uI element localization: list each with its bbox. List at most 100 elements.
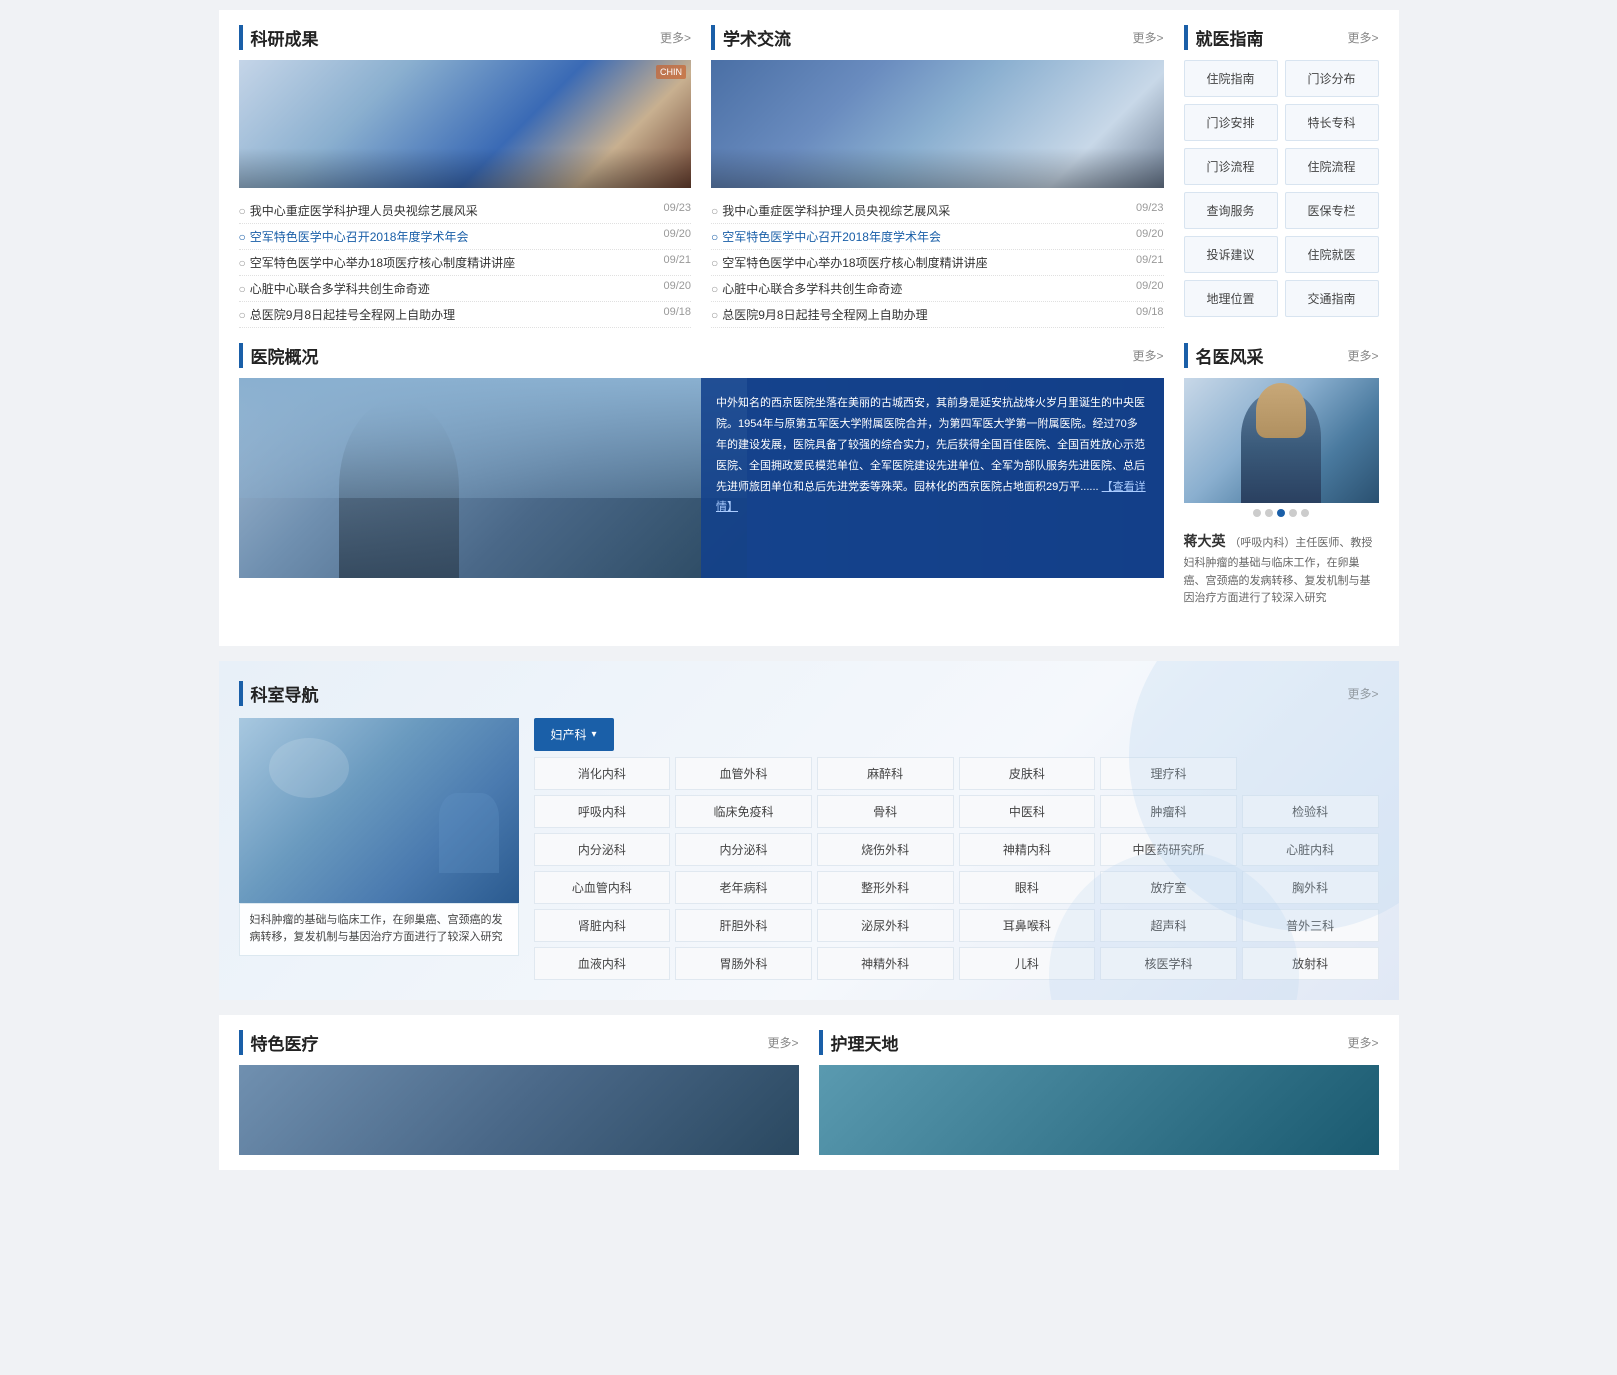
research-news-4[interactable]: ○总医院9月8日起挂号全程网上自助办理 [239,306,456,323]
famous-doctor-more[interactable]: 更多> [1347,347,1378,364]
dept-tab-active[interactable]: 妇产科 ▾ [534,718,614,751]
guide-more[interactable]: 更多> [1347,29,1378,46]
guide-section: 就医指南 更多> 住院指南 门诊分布 门诊安排 特长专科 门诊流程 住院流程 查… [1184,25,1379,328]
dept-cell[interactable]: 临床免疫科 [675,795,812,828]
dept-cell[interactable]: 肿瘤科 [1100,795,1237,828]
guide-btn-4[interactable]: 门诊流程 [1184,148,1278,185]
dot-4[interactable] [1289,509,1297,517]
research-news-0[interactable]: ○我中心重症医学科护理人员央视综艺展风采 [239,202,478,219]
academic-news-3[interactable]: ○心脏中心联合多学科共创生命奇迹 [711,280,902,297]
research-news-2[interactable]: ○空军特色医学中心举办18项医疗核心制度精讲讲座 [239,254,516,271]
nursing-title: 护理天地 [831,1030,899,1055]
dept-image-container: 妇科肿瘤的基础与临床工作，在卵巢癌、宫颈癌的发病转移，复发机制与基因治疗方面进行… [239,718,519,980]
academic-news-1[interactable]: ○空军特色医学中心召开2018年度学术年会 [711,228,941,245]
dept-cell[interactable]: 血液内科 [534,947,671,980]
dept-cell[interactable]: 整形外科 [817,871,954,904]
overview-banner: 中外知名的西京医院坐落在美丽的古城西安，其前身是延安抗战烽火岁月里诞生的中央医院… [239,378,1164,578]
guide-btn-1[interactable]: 门诊分布 [1285,60,1379,97]
overview-title: 医院概况 [251,343,319,368]
dept-cell[interactable]: 骨科 [817,795,954,828]
dept-cell[interactable]: 心脏内科 [1242,833,1379,866]
dept-nav-more[interactable]: 更多> [1347,685,1378,702]
doctor-name: 蒋大英 （呼吸内科）主任医师、教授 [1184,531,1379,551]
dept-cell[interactable]: 核医学科 [1100,947,1237,980]
guide-btn-8[interactable]: 投诉建议 [1184,236,1278,273]
dept-cell[interactable]: 肾脏内科 [534,909,671,942]
dept-cell[interactable]: 内分泌科 [675,833,812,866]
dept-cell[interactable]: 中医药研究所 [1100,833,1237,866]
dept-cell[interactable]: 肝胆外科 [675,909,812,942]
research-section: 科研成果 更多> CHIN ○我中心重症医学科护理人员央视综艺展风采 09/23… [239,25,692,328]
guide-btn-2[interactable]: 门诊安排 [1184,104,1278,141]
dept-cell[interactable]: 耳鼻喉科 [959,909,1096,942]
dept-cell[interactable]: 中医科 [959,795,1096,828]
dept-tab-row: 妇产科 ▾ [534,718,1379,751]
dept-cell[interactable]: 泌尿外科 [817,909,954,942]
overview-text: 中外知名的西京医院坐落在美丽的古城西安，其前身是延安抗战烽火岁月里诞生的中央医院… [716,397,1145,493]
overview-more[interactable]: 更多> [1132,347,1163,364]
guide-grid: 住院指南 门诊分布 门诊安排 特长专科 门诊流程 住院流程 查询服务 医保专栏 … [1184,60,1379,317]
dept-cell[interactable]: 放疗室 [1100,871,1237,904]
academic-news-4[interactable]: ○总医院9月8日起挂号全程网上自助办理 [711,306,928,323]
dept-grid-row-0: 消化内科 血管外科 麻醉科 皮肤科 理疗科 [534,757,1379,790]
dept-cell[interactable]: 胸外科 [1242,871,1379,904]
dept-cell[interactable]: 儿科 [959,947,1096,980]
nursing-image [819,1065,1379,1155]
dept-cell[interactable]: 神精内科 [959,833,1096,866]
academic-image [711,60,1164,188]
dept-cell[interactable]: 血管外科 [675,757,812,790]
doctor-desc: 妇科肿瘤的基础与临床工作，在卵巢癌、宫颈癌的发病转移、复发机制与基因治疗方面进行… [1184,555,1379,608]
academic-news-list: ○我中心重症医学科护理人员央视综艺展风采 09/23 ○空军特色医学中心召开20… [711,198,1164,328]
guide-btn-6[interactable]: 查询服务 [1184,192,1278,229]
special-medical-section: 特色医疗 更多> [239,1030,799,1155]
guide-btn-11[interactable]: 交通指南 [1285,280,1379,317]
guide-btn-0[interactable]: 住院指南 [1184,60,1278,97]
dept-grid-row-3: 心血管内科 老年病科 整形外科 眼科 放疗室 胸外科 [534,871,1379,904]
dot-5[interactable] [1301,509,1309,517]
dept-grid-container: 妇产科 ▾ 消化内科 血管外科 麻醉科 皮肤科 理疗科 呼吸内科 [534,718,1379,980]
dept-image-caption: 妇科肿瘤的基础与临床工作，在卵巢癌、宫颈癌的发病转移，复发机制与基因治疗方面进行… [239,903,519,956]
dept-cell[interactable]: 呼吸内科 [534,795,671,828]
dept-cell[interactable]: 老年病科 [675,871,812,904]
bottom-sections: 特色医疗 更多> 护理天地 更多> [239,1030,1379,1155]
doctor-dots [1184,503,1379,523]
guide-btn-9[interactable]: 住院就医 [1285,236,1379,273]
dept-cell[interactable]: 神精外科 [817,947,954,980]
dept-cell[interactable]: 检验科 [1242,795,1379,828]
guide-btn-3[interactable]: 特长专科 [1285,104,1379,141]
dept-grid-row-2: 内分泌科 内分泌科 烧伤外科 神精内科 中医药研究所 心脏内科 [534,833,1379,866]
dept-cell[interactable]: 理疗科 [1100,757,1237,790]
special-medical-title: 特色医疗 [251,1030,319,1055]
academic-news-0[interactable]: ○我中心重症医学科护理人员央视综艺展风采 [711,202,950,219]
nursing-more[interactable]: 更多> [1347,1034,1378,1051]
dept-cell[interactable]: 心血管内科 [534,871,671,904]
doctor-image [1184,378,1379,503]
dept-cell[interactable]: 普外三科 [1242,909,1379,942]
dot-1[interactable] [1253,509,1261,517]
research-news-1[interactable]: ○空军特色医学中心召开2018年度学术年会 [239,228,469,245]
guide-btn-10[interactable]: 地理位置 [1184,280,1278,317]
dept-cell[interactable]: 胃肠外科 [675,947,812,980]
dot-3[interactable] [1277,509,1285,517]
dept-image [239,718,519,903]
special-medical-more[interactable]: 更多> [767,1034,798,1051]
academic-news-2[interactable]: ○空军特色医学中心举办18项医疗核心制度精讲讲座 [711,254,988,271]
dept-cell[interactable]: 皮肤科 [959,757,1096,790]
guide-btn-7[interactable]: 医保专栏 [1285,192,1379,229]
dept-cell[interactable]: 消化内科 [534,757,671,790]
dept-cell[interactable]: 放射科 [1242,947,1379,980]
academic-more[interactable]: 更多> [1132,29,1163,46]
dept-cell[interactable]: 烧伤外科 [817,833,954,866]
research-more[interactable]: 更多> [660,29,691,46]
dot-2[interactable] [1265,509,1273,517]
guide-btn-5[interactable]: 住院流程 [1285,148,1379,185]
research-news-list: ○我中心重症医学科护理人员央视综艺展风采 09/23 ○空军特色医学中心召开20… [239,198,692,328]
dept-cell[interactable]: 内分泌科 [534,833,671,866]
dept-cell[interactable]: 超声科 [1100,909,1237,942]
academic-section: 学术交流 更多> ○我中心重症医学科护理人员央视综艺展风采 09/23 ○空军特… [711,25,1164,328]
dept-grid-row-4: 肾脏内科 肝胆外科 泌尿外科 耳鼻喉科 超声科 普外三科 [534,909,1379,942]
research-news-3[interactable]: ○心脏中心联合多学科共创生命奇迹 [239,280,430,297]
dept-cell[interactable]: 眼科 [959,871,1096,904]
dept-cell[interactable]: 麻醉科 [817,757,954,790]
famous-doctor-section: 名医风采 更多> 蒋大英 [1184,343,1379,616]
